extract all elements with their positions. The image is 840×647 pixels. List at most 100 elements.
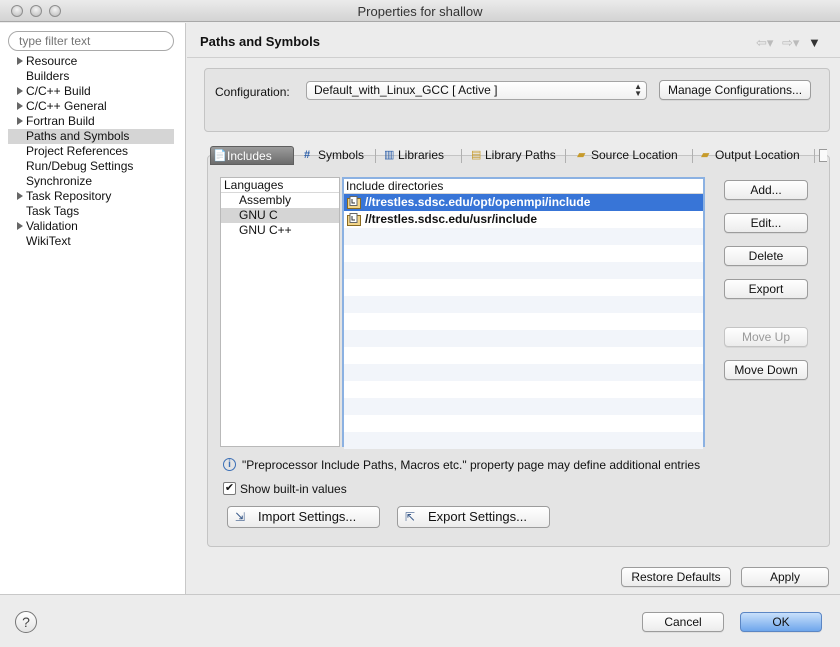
empty-row <box>344 313 703 330</box>
window-title: Properties for shallow <box>357 4 483 19</box>
tab-separator <box>375 149 376 163</box>
tab-libraries[interactable]: ▥ Libraries <box>382 146 454 165</box>
hash-icon: # <box>304 149 311 161</box>
expand-arrow-icon[interactable] <box>17 222 23 230</box>
sidebar-item-label: WikiText <box>26 234 71 248</box>
expand-arrow-icon[interactable] <box>17 102 23 110</box>
configuration-group: Configuration: Default_with_Linux_GCC [ … <box>204 68 830 132</box>
tab-label: Output Location <box>715 148 800 162</box>
sidebar-item-label: Task Repository <box>26 189 112 203</box>
expand-arrow-icon[interactable] <box>17 57 23 65</box>
empty-row <box>344 245 703 262</box>
tab-label: Libraries <box>398 148 445 162</box>
export-icon: ⇱ <box>405 510 416 524</box>
ok-button[interactable]: OK <box>740 612 822 632</box>
sidebar-item-label: Resource <box>26 54 78 68</box>
sidebar-item-label: Paths and Symbols <box>26 129 130 143</box>
sidebar-item-cpp-build[interactable]: C/C++ Build <box>8 84 174 99</box>
import-settings-label: Import Settings... <box>258 509 357 524</box>
languages-list: Languages Assembly GNU C GNU C++ <box>220 177 340 447</box>
empty-row <box>344 347 703 364</box>
sidebar-item-label: Run/Debug Settings <box>26 159 134 173</box>
help-icon[interactable]: ? <box>15 611 37 633</box>
configuration-value: Default_with_Linux_GCC [ Active ] <box>314 83 498 97</box>
empty-row <box>344 296 703 313</box>
show-builtin-checkbox[interactable]: ✔ <box>223 482 236 495</box>
back-arrow-icon[interactable]: ⇦▾ <box>756 35 773 51</box>
expand-arrow-icon[interactable] <box>17 117 23 125</box>
filter-input[interactable] <box>8 31 174 51</box>
divider <box>187 57 840 58</box>
import-icon: ⇲ <box>235 510 246 524</box>
sidebar-item-cpp-general[interactable]: C/C++ General <box>8 99 174 114</box>
tab-includes[interactable]: 📄 Includes <box>210 146 294 165</box>
tab-separator <box>461 149 462 163</box>
tab-separator <box>565 149 566 163</box>
library-icon: ▥ <box>384 149 395 161</box>
include-icon: 📄 <box>213 150 227 162</box>
tab-separator <box>692 149 693 163</box>
move-up-button[interactable]: Move Up <box>724 327 808 347</box>
property-tree: Resource Builders C/C++ Build C/C++ Gene… <box>8 54 174 249</box>
sidebar-item-paths-and-symbols[interactable]: Paths and Symbols <box>8 129 174 144</box>
tab-separator <box>814 149 815 163</box>
table-row[interactable]: //trestles.sdsc.edu/opt/openmpi/include <box>344 194 703 211</box>
restore-defaults-button[interactable]: Restore Defaults <box>621 567 731 587</box>
tab-symbols[interactable]: # Symbols <box>302 146 368 165</box>
empty-row <box>344 228 703 245</box>
cancel-button[interactable]: Cancel <box>642 612 724 632</box>
page-title: Paths and Symbols <box>200 34 320 49</box>
expand-arrow-icon[interactable] <box>17 192 23 200</box>
list-item[interactable]: GNU C++ <box>221 223 339 238</box>
include-path: //trestles.sdsc.edu/usr/include <box>365 212 538 226</box>
expand-arrow-icon[interactable] <box>17 87 23 95</box>
tab-library-paths[interactable]: ▤ Library Paths <box>469 146 559 165</box>
table-row[interactable]: //trestles.sdsc.edu/usr/include <box>344 211 703 228</box>
sidebar-item-fortran-build[interactable]: Fortran Build <box>8 114 174 129</box>
empty-row <box>344 432 703 449</box>
add-button[interactable]: Add... <box>724 180 808 200</box>
empty-row <box>344 381 703 398</box>
sidebar-item-validation[interactable]: Validation <box>8 219 174 234</box>
list-item[interactable]: Assembly <box>221 193 339 208</box>
tab-source-location[interactable]: ▰ Source Location <box>575 146 687 165</box>
configuration-select[interactable]: Default_with_Linux_GCC [ Active ] ▲ ▼ <box>306 81 647 100</box>
sidebar-item-synchronize[interactable]: Synchronize <box>8 174 174 189</box>
sidebar-item-resource[interactable]: Resource <box>8 54 174 69</box>
delete-button[interactable]: Delete <box>724 246 808 266</box>
sidebar-item-task-tags[interactable]: Task Tags <box>8 204 174 219</box>
export-button[interactable]: Export <box>724 279 808 299</box>
import-settings-button[interactable]: ⇲ Import Settings... <box>227 506 380 528</box>
tab-label: Symbols <box>318 148 365 162</box>
sidebar-item-label: Builders <box>26 69 70 83</box>
sidebar-item-label: Project References <box>26 144 129 158</box>
sidebar-item-run-debug-settings[interactable]: Run/Debug Settings <box>8 159 174 174</box>
tab-output-location[interactable]: ▰ Output Location <box>699 146 809 165</box>
apply-button[interactable]: Apply <box>741 567 829 587</box>
library-path-icon: ▤ <box>471 149 482 161</box>
include-directories-header: Include directories <box>344 179 703 194</box>
tab-overflow-icon[interactable] <box>819 149 827 162</box>
tab-bar: 📄 Includes # Symbols ▥ Libraries ▤ Library P… <box>210 146 830 166</box>
sidebar-item-project-references[interactable]: Project References <box>8 144 174 159</box>
list-item[interactable]: GNU C <box>221 208 339 223</box>
empty-row <box>344 279 703 296</box>
sidebar-item-builders[interactable]: Builders <box>8 69 174 84</box>
sidebar-item-label: Synchronize <box>26 174 93 188</box>
edit-button[interactable]: Edit... <box>724 213 808 233</box>
view-menu-icon[interactable]: ▼ <box>808 35 821 50</box>
sidebar-item-label: C/C++ General <box>26 99 107 113</box>
manage-configurations-button[interactable]: Manage Configurations... <box>659 80 811 100</box>
forward-arrow-icon[interactable]: ⇨▾ <box>782 35 799 51</box>
sidebar-item-wikitext[interactable]: WikiText <box>8 234 174 249</box>
empty-row <box>344 398 703 415</box>
export-settings-button[interactable]: ⇱ Export Settings... <box>397 506 550 528</box>
include-folder-icon <box>347 213 361 226</box>
empty-row <box>344 415 703 432</box>
sidebar-item-task-repository[interactable]: Task Repository <box>8 189 174 204</box>
include-directories-table: Include directories //trestles.sdsc.edu/… <box>342 177 705 449</box>
main-panel: Paths and Symbols ⇦▾ ⇨▾ ▼ Configuration:… <box>187 23 840 594</box>
move-down-button[interactable]: Move Down <box>724 360 808 380</box>
sidebar-item-label: Task Tags <box>26 204 80 218</box>
empty-row <box>344 330 703 347</box>
